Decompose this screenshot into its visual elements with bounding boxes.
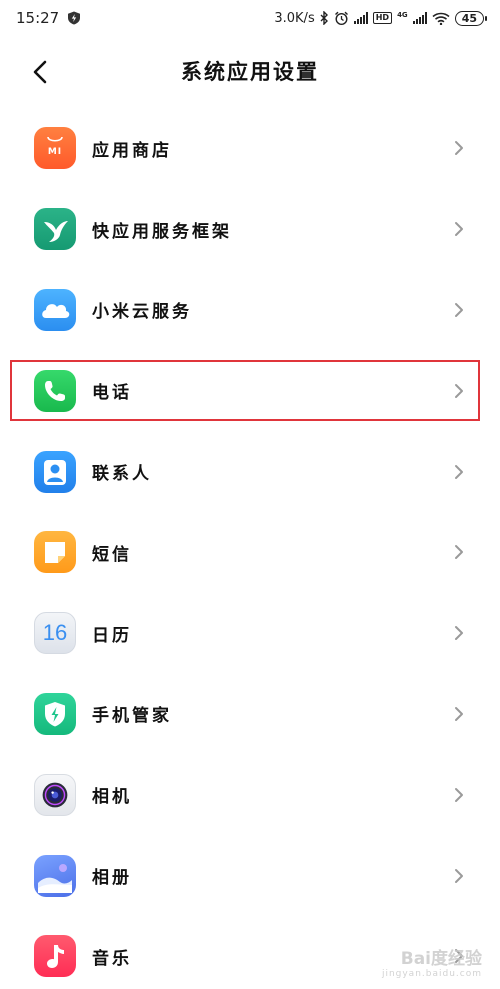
list-item-label: 手机管家 (92, 706, 172, 727)
list-item-phone[interactable]: 电话 (0, 350, 500, 431)
baidu-jingyan-watermark: Bai度经验 jingyan.baidu.com (382, 944, 482, 979)
calendar-icon: 16 (34, 612, 76, 655)
list-item-label: 相册 (92, 868, 132, 889)
hd-badge: HD (372, 12, 393, 24)
list-item-app-store[interactable]: MI 应用商店 (0, 108, 500, 189)
signal-icon (353, 12, 368, 24)
message-icon (34, 531, 76, 574)
calendar-icon-date: 16 (42, 620, 68, 646)
signal-icon-2 (412, 12, 427, 24)
list-item-calendar[interactable]: 16 日历 (0, 593, 500, 674)
list-item-contacts[interactable]: 联系人 (0, 431, 500, 512)
list-item-label: 小米云服务 (92, 302, 192, 323)
hummingbird-icon (34, 208, 76, 251)
music-icon (34, 935, 76, 978)
list-item-mi-cloud[interactable]: 小米云服务 (0, 270, 500, 351)
chevron-right-icon (455, 545, 463, 560)
phone-icon (34, 369, 76, 412)
chevron-right-icon (455, 464, 463, 479)
network-type: 4G (397, 10, 408, 19)
status-time: 15:27 (16, 9, 60, 27)
app-settings-list: MI 应用商店 快应用服务框架 小米云服务 电话 联系人 短信 16 日历 手机… (0, 108, 500, 989)
list-item-label: 音乐 (92, 948, 132, 969)
list-item-security[interactable]: 手机管家 (0, 674, 500, 755)
chevron-right-icon (455, 302, 463, 317)
cloud-icon (34, 288, 76, 331)
contact-icon (34, 450, 76, 493)
list-item-label: 电话 (92, 383, 132, 404)
list-item-label: 日历 (92, 625, 132, 646)
list-item-gallery[interactable]: 相册 (0, 835, 500, 916)
net-speed: 3.0K/s (274, 10, 315, 26)
list-item-label: 联系人 (92, 464, 152, 485)
chevron-right-icon (455, 787, 463, 802)
mi-store-icon-text: MI (47, 147, 63, 158)
battery-indicator: 45 (454, 10, 488, 26)
watermark-text: Bai度经验 (400, 949, 482, 969)
shield-bolt-icon (68, 11, 81, 25)
list-item-label: 相机 (92, 787, 132, 808)
list-item-label: 短信 (92, 544, 132, 565)
app-header: 系统应用设置 (0, 36, 500, 108)
list-item-label: 快应用服务框架 (92, 221, 232, 242)
gallery-icon (34, 854, 76, 897)
security-icon (34, 692, 76, 735)
list-item-camera[interactable]: 相机 (0, 754, 500, 835)
chevron-right-icon (455, 868, 463, 883)
alarm-icon (334, 11, 348, 25)
chevron-right-icon (455, 222, 463, 237)
status-bar: 15:27 3.0K/s HD 4G 45 (0, 0, 500, 36)
list-item-quick-app-framework[interactable]: 快应用服务框架 (0, 189, 500, 270)
chevron-right-icon (455, 626, 463, 641)
watermark-url: jingyan.baidu.com (381, 969, 482, 979)
bluetooth-icon (320, 11, 328, 25)
chevron-right-icon (455, 706, 463, 721)
page-title: 系统应用设置 (181, 60, 319, 84)
chevron-right-icon (455, 141, 463, 156)
wifi-icon (432, 12, 450, 25)
camera-icon (34, 773, 76, 816)
list-item-label: 应用商店 (92, 140, 172, 161)
list-item-messages[interactable]: 短信 (0, 512, 500, 593)
mi-store-icon: MI (34, 127, 76, 170)
chevron-right-icon (455, 383, 463, 398)
